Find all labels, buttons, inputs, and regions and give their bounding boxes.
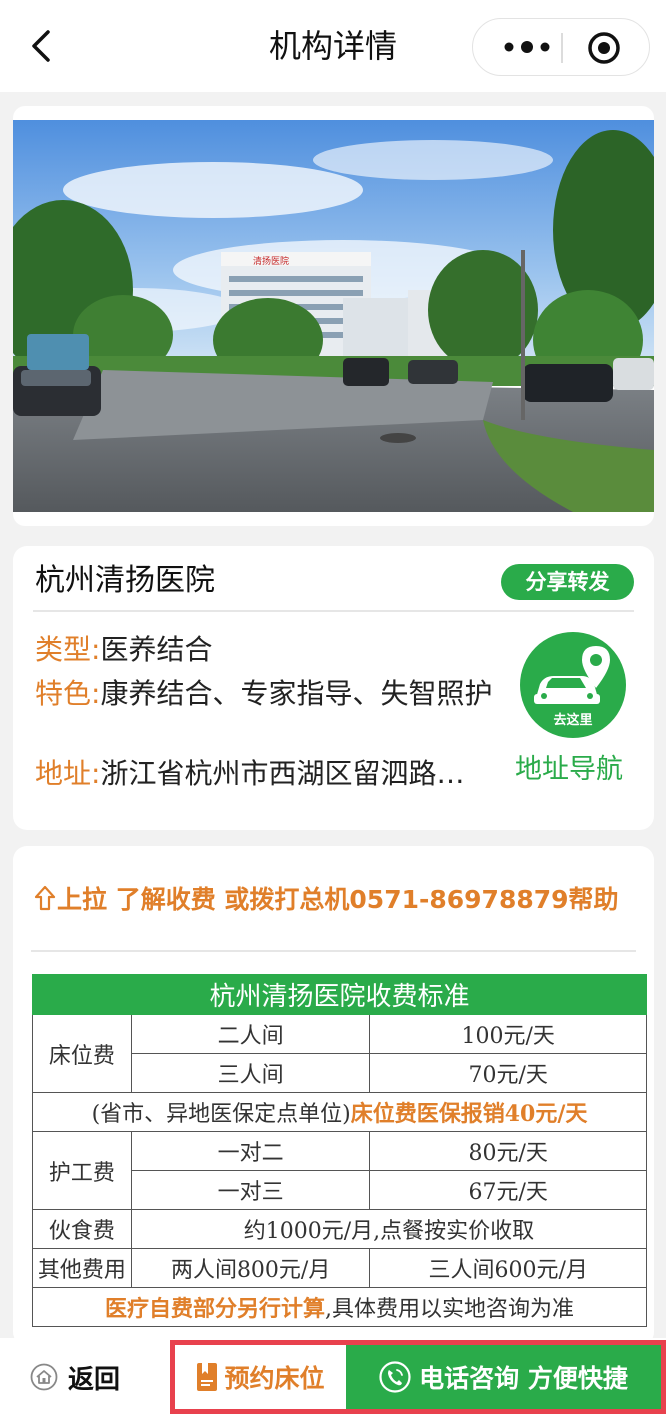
go-here-label: 去这里 [553,713,593,728]
feature-value: 康养结合、专家指导、失智照护 [100,677,493,710]
phone-consult-button[interactable]: 电话咨询 方便快捷 [346,1345,661,1409]
table-cell: 二人间 [130,1014,371,1054]
divider [33,610,634,612]
car-location-icon [534,646,610,704]
table-cell: 三人间 [130,1053,371,1093]
medical-note-a: 医疗自费部分另行计算 [104,1296,325,1322]
photo-carousel[interactable]: 清扬医院 [13,106,654,526]
bed-fee-label: 床位费 [32,1014,132,1093]
more-icon[interactable] [501,37,553,57]
other-fee-label: 其他费用 [32,1248,132,1288]
share-button[interactable]: 分享转发 [501,564,634,600]
table-cell: 80元/天 [369,1131,647,1171]
table-cell: 100元/天 [369,1014,647,1054]
feature-row: 特色:康养结合、专家指导、失智照护 [35,676,515,712]
fee-table: 杭州清扬医院收费标准 床位费 二人间 100元/天 三人间 70元/天 (省市、… [32,974,648,1327]
insurance-note-a: (省市、异地医保定点单位) [91,1102,351,1127]
go-here-button[interactable]: 去这里 [520,632,626,738]
phone-icon [379,1361,411,1393]
food-fee-value: 约1000元/月,点餐按实价收取 [130,1209,648,1249]
food-fee-label: 伙食费 [32,1209,132,1249]
capsule-divider [561,33,563,63]
back-label: 返回 [68,1364,121,1395]
nursing-fee-label: 护工费 [32,1131,132,1210]
address-label: 地址: [35,757,101,790]
fee-table-title: 杭州清扬医院收费标准 [32,974,647,1015]
close-miniprogram-icon[interactable] [587,31,621,65]
table-cell: 一对二 [130,1131,371,1171]
table-cell: 一对三 [130,1170,371,1210]
back-button[interactable]: 返回 [30,1360,121,1395]
table-cell: 67元/天 [369,1170,647,1210]
insurance-note: (省市、异地医保定点单位)床位费医保报销40元/天 [32,1092,647,1132]
table-cell: 三人间600元/月 [369,1248,647,1288]
page: 机构详情 清扬医院 杭州清扬医院 分享转发 类型:医养结合 特色:康养结合、专家… [0,0,666,1416]
institution-info-card: 杭州清扬医院 分享转发 类型:医养结合 特色:康养结合、专家指导、失智照护 地址… [13,546,654,830]
divider [31,950,636,952]
address-row: 地址:浙江省杭州市西湖区留泗路… [35,756,464,792]
pull-up-arrow-icon [34,885,56,911]
reserve-bed-button[interactable]: 预约床位 [175,1345,346,1409]
hospital-photo: 清扬医院 [13,120,654,512]
address-navigation-link[interactable]: 地址导航 [515,752,623,788]
type-label: 类型: [35,633,101,666]
phone-consult-label: 电话咨询 方便快捷 [419,1364,628,1393]
feature-label: 特色: [35,677,101,710]
pull-up-hint: 上拉 了解收费 或拨打总机0571-86978879帮助 [33,882,619,918]
pull-up-hint-text: 上拉 了解收费 或拨打总机0571-86978879帮助 [57,885,619,914]
building-sign: 清扬医院 [253,255,289,267]
insurance-note-b: 床位费医保报销40元/天 [350,1101,588,1127]
type-value: 医养结合 [100,633,213,666]
bottom-action-bar: 返回 预约床位 电话咨询 方便快捷 [0,1338,666,1416]
medical-note: 医疗自费部分另行计算,具体费用以实地咨询为准 [32,1287,647,1327]
top-navbar: 机构详情 [0,0,666,92]
home-icon [30,1363,58,1391]
table-cell: 两人间800元/月 [130,1248,371,1288]
medical-note-b: ,具体费用以实地咨询为准 [325,1297,574,1322]
miniprogram-capsule [472,18,650,76]
reserve-bed-label: 预约床位 [224,1364,325,1393]
type-row: 类型:医养结合 [35,632,212,668]
address-value: 浙江省杭州市西湖区留泗路… [100,757,465,790]
bookmark-icon [197,1363,218,1391]
fee-card: 上拉 了解收费 或拨打总机0571-86978879帮助 杭州清扬医院收费标准 … [13,846,654,1346]
table-cell: 70元/天 [369,1053,647,1093]
institution-name: 杭州清扬医院 [35,563,215,598]
